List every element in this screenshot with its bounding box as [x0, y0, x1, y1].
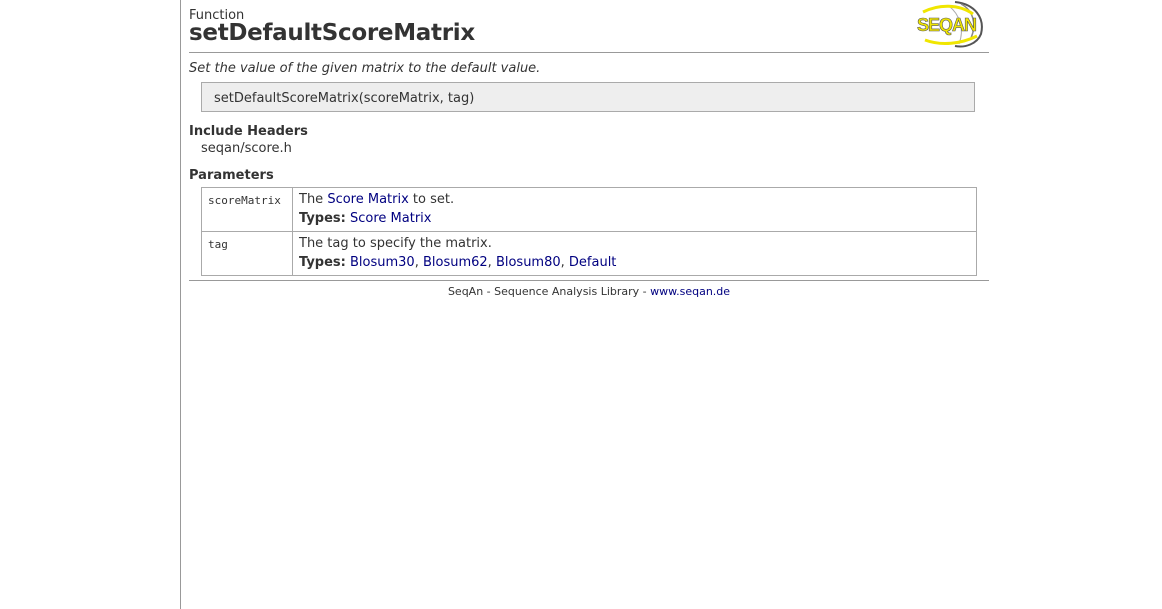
doc-page: Function setDefaultScoreMatrix SEQAN Set…	[189, 0, 989, 298]
param-desc-text: The	[299, 192, 328, 207]
function-signature: setDefaultScoreMatrix(scoreMatrix, tag)	[201, 82, 975, 112]
include-headers-heading: Include Headers	[189, 124, 308, 139]
page-footer: SeqAn - Sequence Analysis Library - www.…	[189, 280, 989, 298]
sidebar-border	[180, 0, 181, 609]
page-title: setDefaultScoreMatrix	[189, 20, 475, 46]
type-link-blosum30[interactable]: Blosum30	[350, 255, 415, 270]
type-link-score-matrix[interactable]: Score Matrix	[350, 211, 431, 226]
footer-text: SeqAn - Sequence Analysis Library -	[447, 285, 651, 298]
type-separator: ,	[560, 255, 569, 270]
parameters-table: scoreMatrix The Score Matrix to set. Typ…	[201, 187, 977, 276]
types-label: Types:	[299, 211, 346, 226]
seqan-website-link[interactable]: www.seqan.de	[650, 285, 730, 298]
param-desc-text: The tag to specify the matrix.	[299, 236, 492, 251]
table-row: scoreMatrix The Score Matrix to set. Typ…	[201, 187, 977, 232]
page-header: Function setDefaultScoreMatrix SEQAN	[189, 0, 989, 53]
type-separator: ,	[414, 255, 423, 270]
param-name: tag	[201, 231, 293, 276]
param-description: The tag to specify the matrix. Types: Bl…	[292, 231, 977, 276]
param-desc-text: to set.	[408, 192, 455, 207]
table-row: tag The tag to specify the matrix. Types…	[201, 231, 977, 276]
param-name: scoreMatrix	[201, 187, 293, 232]
type-link-default[interactable]: Default	[569, 255, 617, 270]
type-link-blosum80[interactable]: Blosum80	[496, 255, 561, 270]
type-link-blosum62[interactable]: Blosum62	[423, 255, 488, 270]
score-matrix-link[interactable]: Score Matrix	[327, 192, 408, 207]
type-separator: ,	[487, 255, 496, 270]
logo-text: SEQAN	[917, 15, 976, 35]
param-description: The Score Matrix to set. Types: Score Ma…	[292, 187, 977, 232]
parameters-heading: Parameters	[189, 168, 274, 183]
seqan-logo[interactable]: SEQAN	[915, 0, 987, 48]
types-label: Types:	[299, 255, 346, 270]
include-header-value: seqan/score.h	[201, 141, 292, 156]
function-summary: Set the value of the given matrix to the…	[189, 61, 541, 76]
